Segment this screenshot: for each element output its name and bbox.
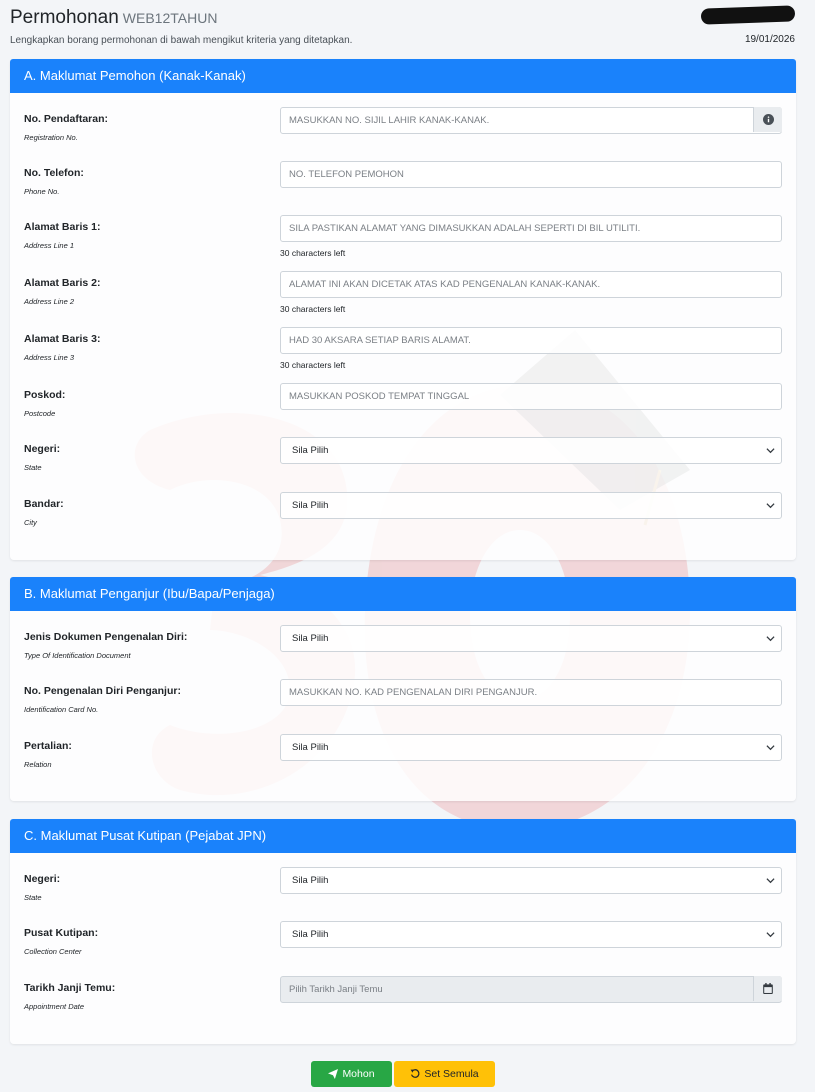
collection-center-select[interactable]: Sila Pilih [280,921,782,948]
city-select[interactable]: Sila Pilih [280,492,782,519]
doc-type-label-en: Type Of Identification Document [24,651,131,660]
address2-char-count: 30 characters left [280,304,346,314]
registration-label: No. Pendaftaran: [24,113,109,125]
city-select-value: Sila Pilih [292,500,329,511]
postcode-label: Poskod: [24,389,66,401]
application-page: Permohonan WEB12TAHUN Lengkapkan borang p… [0,0,815,1092]
form-actions: Mohon Set Semula [0,1061,815,1087]
section-applicant-title: A. Maklumat Pemohon (Kanak-Kanak) [10,59,796,93]
registration-input[interactable]: MASUKKAN NO. SIJIL LAHIR KANAK-KANAK. [280,107,782,134]
collection-state-label-en: State [24,893,42,902]
collection-center-select-value: Sila Pilih [292,929,329,940]
address1-label: Alamat Baris 1: [24,221,101,233]
relation-select[interactable]: Sila Pilih [280,734,782,761]
doc-type-select[interactable]: Sila Pilih [280,625,782,652]
submit-button[interactable]: Mohon [311,1061,392,1087]
collection-state-label: Negeri: [24,873,61,885]
address3-label-en: Address Line 3 [24,353,75,362]
page-title-text: Permohonan [10,7,119,28]
id-no-label-en: Identification Card No. [24,705,99,714]
address2-label-en: Address Line 2 [24,297,75,306]
phone-label: No. Telefon: [24,167,84,179]
city-label-en: City [24,518,37,527]
address1-char-count: 30 characters left [280,248,346,258]
phone-input[interactable]: NO. TELEFON PEMOHON [280,161,782,188]
section-collection-card: C. Maklumat Pusat Kutipan (Pejabat JPN) … [10,819,796,1044]
paper-plane-icon [328,1069,339,1079]
chevron-down-icon [766,745,775,751]
postcode-label-en: Postcode [24,409,56,418]
chevron-down-icon [766,932,775,938]
state-label: Negeri: [24,443,61,455]
city-label: Bandar: [24,498,64,510]
collection-center-label-en: Collection Center [24,947,82,956]
section-sponsor-title: B. Maklumat Penganjur (Ibu/Bapa/Penjaga) [10,577,796,611]
address1-label-en: Address Line 1 [24,241,75,250]
address3-char-count: 30 characters left [280,360,346,370]
doc-type-select-value: Sila Pilih [292,633,329,644]
section-sponsor-card: B. Maklumat Penganjur (Ibu/Bapa/Penjaga)… [10,577,796,801]
state-label-en: State [24,463,42,472]
collection-state-select[interactable]: Sila Pilih [280,867,782,894]
state-select[interactable]: Sila Pilih [280,437,782,464]
page-subtitle: Lengkapkan borang permohonan di bawah me… [10,35,353,46]
id-no-input[interactable]: MASUKKAN NO. KAD PENGENALAN DIRI PENGANJ… [280,679,782,706]
appointment-label: Tarikh Janji Temu: [24,982,116,994]
appointment-label-en: Appointment Date [24,1002,85,1011]
chevron-down-icon [766,448,775,454]
state-select-value: Sila Pilih [292,445,329,456]
appointment-date-input[interactable]: Pilih Tarikh Janji Temu [280,976,782,1003]
redacted-user-name [700,5,796,25]
relation-select-value: Sila Pilih [292,742,329,753]
collection-center-label: Pusat Kutipan: [24,927,99,939]
section-applicant-card: A. Maklumat Pemohon (Kanak-Kanak) No. Pe… [10,59,796,560]
chevron-down-icon [766,636,775,642]
phone-label-en: Phone No. [24,187,60,196]
postcode-input[interactable]: MASUKKAN POSKOD TEMPAT TINGGAL [280,383,782,410]
registration-label-en: Registration No. [24,133,78,142]
page-title-suffix: WEB12TAHUN [122,10,218,26]
submit-button-label: Mohon [342,1068,375,1080]
current-date: 19/01/2026 [744,34,795,45]
relation-label-en: Relation [24,760,52,769]
reset-button-label: Set Semula [424,1068,479,1080]
undo-icon [410,1069,420,1078]
id-no-label: No. Pengenalan Diri Penganjur: [24,685,181,697]
address2-input[interactable]: ALAMAT INI AKAN DICETAK ATAS KAD PENGENA… [280,271,782,298]
section-collection-title: C. Maklumat Pusat Kutipan (Pejabat JPN) [10,819,796,853]
address3-label: Alamat Baris 3: [24,333,101,345]
reset-button[interactable]: Set Semula [394,1061,495,1087]
page-header: Permohonan WEB12TAHUN Lengkapkan borang p… [10,5,796,47]
collection-state-select-value: Sila Pilih [292,875,329,886]
relation-label: Pertalian: [24,740,72,752]
chevron-down-icon [766,503,775,509]
page-title: Permohonan WEB12TAHUN [10,7,217,29]
doc-type-label: Jenis Dokumen Pengenalan Diri: [24,631,188,643]
address1-input[interactable]: SILA PASTIKAN ALAMAT YANG DIMASUKKAN ADA… [280,215,782,242]
address2-label: Alamat Baris 2: [24,277,101,289]
chevron-down-icon [766,878,775,884]
address3-input[interactable]: HAD 30 AKSARA SETIAP BARIS ALAMAT. [280,327,782,354]
